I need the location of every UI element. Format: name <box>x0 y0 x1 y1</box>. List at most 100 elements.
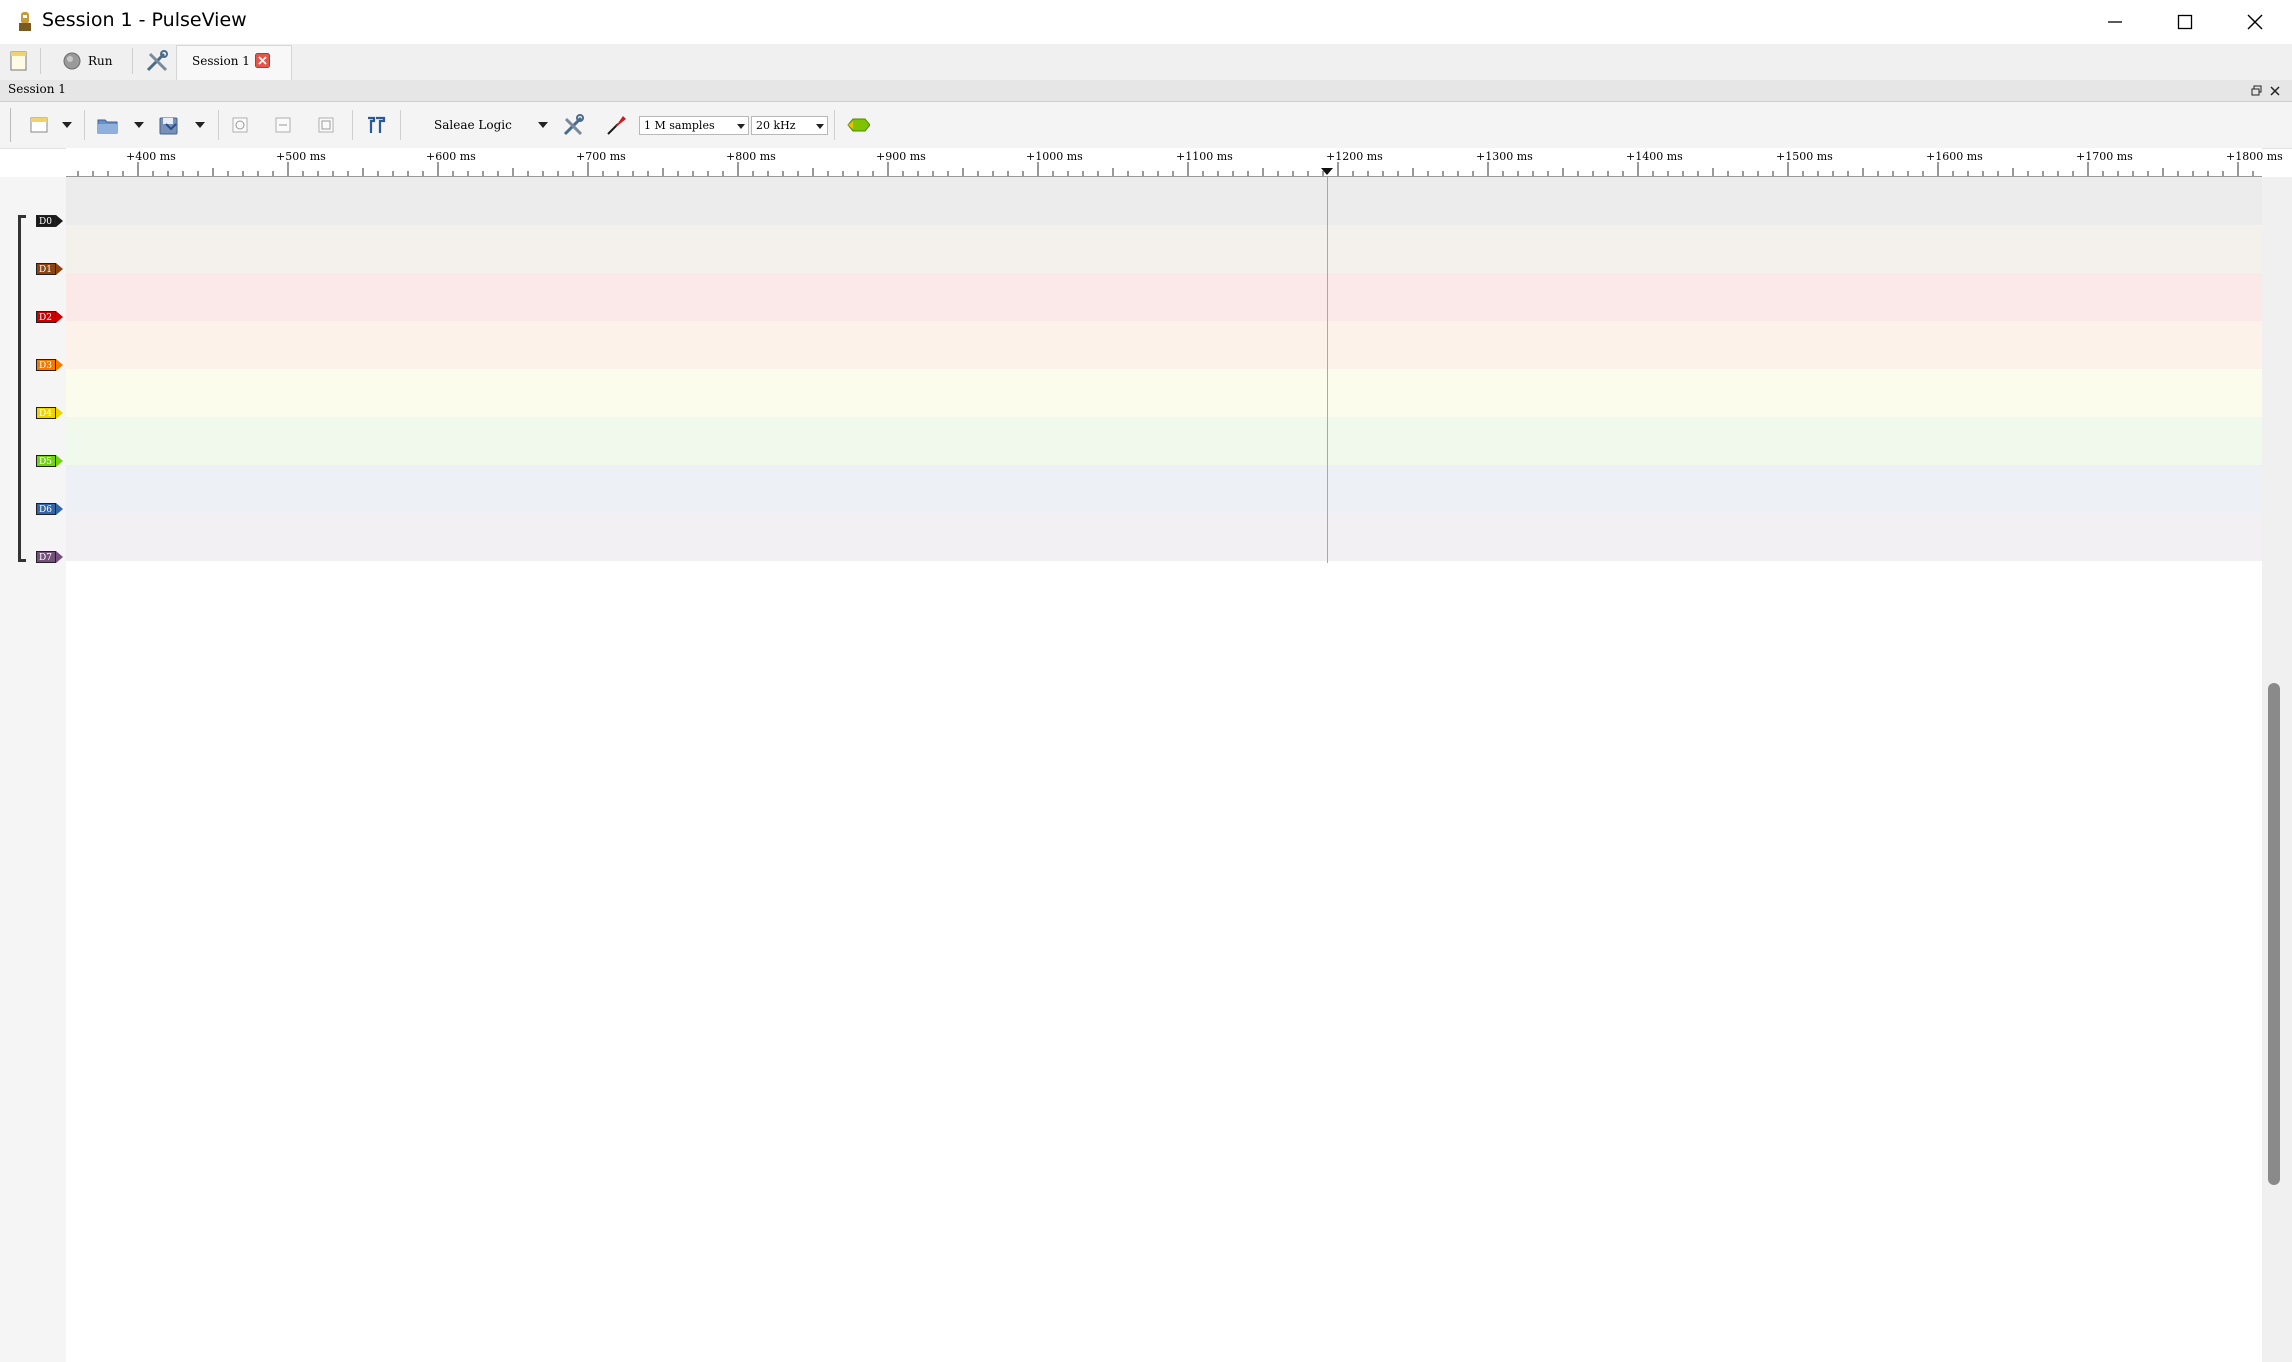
cursor-marker[interactable] <box>1321 168 1333 175</box>
ruler-tick-label: +600 ms <box>426 150 476 163</box>
zoom-out-icon <box>275 117 291 133</box>
trace-row[interactable] <box>66 417 2262 465</box>
ruler-tick-label: +1000 ms <box>1026 150 1083 163</box>
channel-name: D4 <box>36 407 56 419</box>
toolbar-separator <box>40 48 41 74</box>
tab-close-icon <box>255 53 270 68</box>
ruler-tick-label: +1300 ms <box>1476 150 1533 163</box>
open-dropdown[interactable] <box>134 122 144 128</box>
zoom-in-button[interactable] <box>228 113 252 137</box>
samples-combo[interactable]: 1 M samples <box>639 116 749 135</box>
channel-label-d7[interactable]: D7 <box>36 550 63 564</box>
channel-name: D5 <box>36 455 56 467</box>
minimize-button[interactable] <box>2080 0 2150 44</box>
trace-row[interactable] <box>66 465 2262 513</box>
channel-pointer <box>56 503 63 515</box>
add-decoder-button[interactable] <box>846 113 870 137</box>
ruler-tick-label: +500 ms <box>276 150 326 163</box>
probe-button[interactable] <box>604 113 628 137</box>
ruler-tick-label: +1100 ms <box>1176 150 1233 163</box>
device-dropdown[interactable] <box>538 122 548 128</box>
device-config-icon <box>563 114 584 136</box>
close-button[interactable] <box>2220 0 2290 44</box>
channel-pointer <box>56 407 63 419</box>
zoom-fit-button[interactable] <box>314 113 338 137</box>
new-view-button[interactable] <box>27 113 51 137</box>
trace-row[interactable] <box>66 513 2262 561</box>
device-selector[interactable]: Saleae Logic <box>434 118 512 132</box>
zoom-fit-icon <box>318 117 334 133</box>
save-dropdown[interactable] <box>195 122 205 128</box>
dock-close-button[interactable] <box>2268 83 2282 97</box>
ruler-tick-label: +1400 ms <box>1626 150 1683 163</box>
toolbar-separator <box>400 110 401 140</box>
dock-restore-button[interactable] <box>2250 83 2264 97</box>
trace-row[interactable] <box>66 321 2262 369</box>
cursor-icon <box>368 116 386 133</box>
channel-label-d2[interactable]: D2 <box>36 310 63 324</box>
channel-pointer <box>56 359 63 371</box>
channel-pointer <box>56 551 63 563</box>
trace-row[interactable] <box>66 369 2262 417</box>
channel-label-d0[interactable]: D0 <box>36 214 63 228</box>
tab-close-button[interactable] <box>255 53 270 68</box>
zoom-out-button[interactable] <box>271 113 295 137</box>
channel-header-column <box>0 177 66 1362</box>
channel-name: D6 <box>36 503 56 515</box>
channel-label-d1[interactable]: D1 <box>36 262 63 276</box>
toolbar-separator <box>132 48 133 74</box>
save-icon <box>159 117 178 135</box>
settings-button[interactable] <box>144 48 170 74</box>
window-title: Session 1 - PulseView <box>42 9 247 31</box>
new-session-button[interactable] <box>8 50 30 72</box>
decoder-icon <box>847 118 870 132</box>
trace-row[interactable] <box>66 177 2262 225</box>
ruler-tick-label: +1700 ms <box>2076 150 2133 163</box>
open-button[interactable] <box>96 113 120 137</box>
ruler-tick-label: +1500 ms <box>1776 150 1833 163</box>
close-icon <box>2247 14 2263 30</box>
ruler-tick-label: +1800 ms <box>2226 150 2283 163</box>
cursor-button[interactable] <box>364 113 388 137</box>
channel-pointer <box>56 311 63 323</box>
maximize-button[interactable] <box>2150 0 2220 44</box>
vertical-scrollbar-thumb[interactable] <box>2268 683 2280 1185</box>
zoom-in-icon <box>232 117 248 133</box>
ruler-tick-label: +800 ms <box>726 150 776 163</box>
toolbar-grip <box>10 108 11 142</box>
ruler-tick-label: +700 ms <box>576 150 626 163</box>
device-config-button[interactable] <box>561 113 585 137</box>
ruler-tick-label: +900 ms <box>876 150 926 163</box>
maximize-icon <box>2177 14 2193 30</box>
channel-name: D3 <box>36 359 56 371</box>
close-icon <box>2270 86 2280 96</box>
run-label: Run <box>88 54 113 68</box>
trace-row[interactable] <box>66 273 2262 321</box>
channel-name: D0 <box>36 215 56 227</box>
channel-group-bracket[interactable] <box>18 215 26 562</box>
ruler-tick-label: +1200 ms <box>1326 150 1383 163</box>
run-button[interactable]: Run <box>62 50 142 72</box>
samples-value: 1 M samples <box>644 119 715 132</box>
session-toolbar <box>0 102 2292 149</box>
channel-label-d6[interactable]: D6 <box>36 502 63 516</box>
session-dock-title: Session 1 <box>8 82 66 96</box>
channel-pointer <box>56 263 63 275</box>
channel-name: D1 <box>36 263 56 275</box>
pulseview-icon <box>12 9 38 35</box>
new-session-icon <box>30 117 48 133</box>
cursor-line[interactable] <box>1327 177 1328 563</box>
channel-label-d3[interactable]: D3 <box>36 358 63 372</box>
run-icon <box>63 52 81 70</box>
minimize-icon <box>2108 21 2122 23</box>
tab-label: Session 1 <box>192 54 250 68</box>
channel-label-d4[interactable]: D4 <box>36 406 63 420</box>
save-button[interactable] <box>157 113 181 137</box>
open-icon <box>97 119 118 134</box>
channel-label-d5[interactable]: D5 <box>36 454 63 468</box>
samplerate-combo[interactable]: 20 kHz <box>751 116 828 135</box>
new-view-dropdown[interactable] <box>62 122 72 128</box>
trace-row[interactable] <box>66 225 2262 273</box>
toolbar-separator <box>84 110 85 140</box>
settings-icon <box>146 50 168 72</box>
